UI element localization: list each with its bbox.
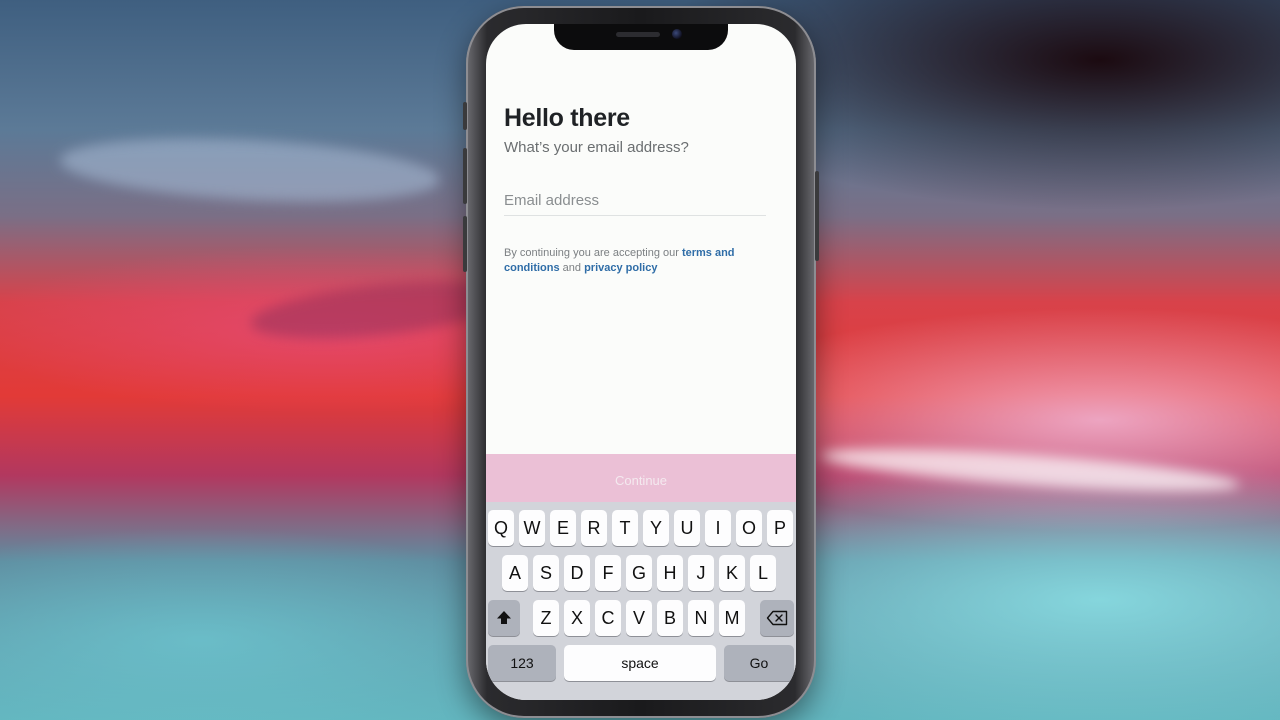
- page-title: Hello there: [504, 104, 630, 132]
- email-field[interactable]: [504, 192, 766, 216]
- key-v[interactable]: V: [626, 600, 652, 636]
- phone-volume-down: [463, 216, 467, 272]
- phone-silent-switch: [463, 102, 467, 130]
- signup-form: Hello there What’s your email address? B…: [504, 104, 770, 276]
- phone-volume-up: [463, 148, 467, 204]
- key-m[interactable]: M: [719, 600, 745, 636]
- key-w[interactable]: W: [519, 510, 545, 546]
- continue-button[interactable]: Continue: [486, 454, 796, 506]
- key-r[interactable]: R: [581, 510, 607, 546]
- key-o[interactable]: O: [736, 510, 762, 546]
- key-t[interactable]: T: [612, 510, 638, 546]
- shift-arrow-icon: [497, 611, 511, 624]
- backspace-icon: [766, 610, 788, 626]
- key-l[interactable]: L: [750, 555, 776, 591]
- go-key[interactable]: Go: [724, 645, 794, 681]
- key-a[interactable]: A: [502, 555, 528, 591]
- key-k[interactable]: K: [719, 555, 745, 591]
- keyboard-row-3: Z X C V B N M: [486, 600, 796, 636]
- terms-text: By continuing you are accepting our term…: [504, 246, 770, 276]
- key-q[interactable]: Q: [488, 510, 514, 546]
- key-z[interactable]: Z: [533, 600, 559, 636]
- shift-key[interactable]: [488, 600, 520, 636]
- terms-middle: and: [559, 262, 585, 274]
- key-p[interactable]: P: [767, 510, 793, 546]
- phone-power-button: [815, 171, 819, 261]
- delete-key[interactable]: [760, 600, 794, 636]
- key-j[interactable]: J: [688, 555, 714, 591]
- key-d[interactable]: D: [564, 555, 590, 591]
- privacy-policy-link[interactable]: privacy policy: [584, 262, 657, 274]
- phone-frame: Hello there What’s your email address? B…: [463, 6, 819, 718]
- onscreen-keyboard: Q W E R T Y U I O P A S D F G H J K L Z …: [486, 502, 796, 700]
- key-f[interactable]: F: [595, 555, 621, 591]
- key-s[interactable]: S: [533, 555, 559, 591]
- key-i[interactable]: I: [705, 510, 731, 546]
- front-camera-icon: [672, 29, 682, 39]
- notch: [554, 24, 728, 50]
- key-g[interactable]: G: [626, 555, 652, 591]
- keyboard-row-2: A S D F G H J K L: [486, 555, 796, 591]
- key-e[interactable]: E: [550, 510, 576, 546]
- key-y[interactable]: Y: [643, 510, 669, 546]
- key-x[interactable]: X: [564, 600, 590, 636]
- keyboard-row-1: Q W E R T Y U I O P: [486, 510, 796, 546]
- page-subtitle: What’s your email address?: [504, 139, 689, 156]
- key-u[interactable]: U: [674, 510, 700, 546]
- key-b[interactable]: B: [657, 600, 683, 636]
- key-n[interactable]: N: [688, 600, 714, 636]
- phone-screen: Hello there What’s your email address? B…: [486, 24, 796, 700]
- speaker-grille: [616, 32, 660, 37]
- space-key[interactable]: space: [564, 645, 716, 681]
- keyboard-row-4: 123 space Go: [486, 645, 796, 681]
- key-c[interactable]: C: [595, 600, 621, 636]
- desktop-stage: Hello there What’s your email address? B…: [0, 0, 1280, 720]
- key-h[interactable]: H: [657, 555, 683, 591]
- numbers-key[interactable]: 123: [488, 645, 556, 681]
- terms-prefix: By continuing you are accepting our: [504, 247, 682, 259]
